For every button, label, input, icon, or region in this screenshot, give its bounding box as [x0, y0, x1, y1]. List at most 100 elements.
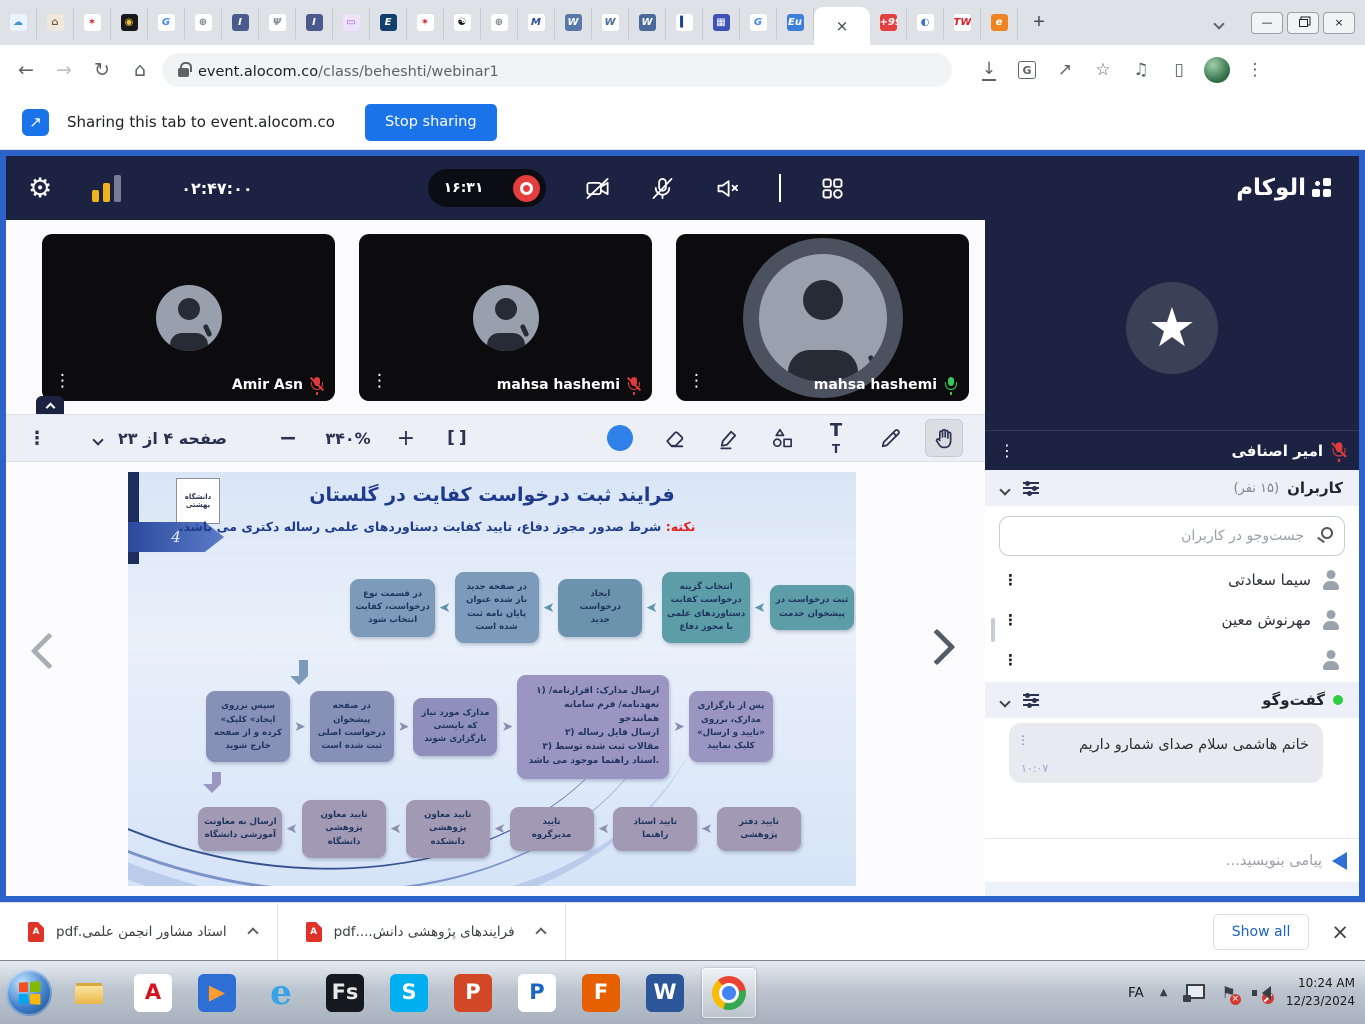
video-tile[interactable]: ⋮ mahsa hashemi — [359, 234, 652, 401]
language-indicator[interactable]: FA — [1128, 985, 1144, 1001]
user-menu-icon[interactable] — [1003, 571, 1018, 589]
stop-sharing-button[interactable]: Stop sharing — [365, 104, 497, 141]
taskbar-app-icon[interactable]: S — [382, 968, 436, 1018]
speaker-muted-icon[interactable] — [714, 175, 741, 202]
browser-action-icon[interactable]: ↗ — [1048, 53, 1082, 87]
taskbar-app-icon[interactable]: P — [446, 968, 500, 1018]
pinned-tab[interactable]: ◉ — [111, 7, 148, 39]
browser-action-icon[interactable]: ♫ — [1124, 53, 1158, 87]
volume-muted-icon[interactable] — [1252, 985, 1270, 1001]
browser-action-icon[interactable]: G — [1010, 53, 1044, 87]
pinned-tab[interactable]: E — [370, 7, 407, 39]
video-tile[interactable]: ⋮ mahsa hashemi — [676, 234, 969, 401]
pinned-tab[interactable]: ✶ — [74, 7, 111, 39]
taskbar-app-icon[interactable]: e — [254, 968, 308, 1018]
pinned-tab[interactable]: G — [740, 7, 777, 39]
clock[interactable]: 10:24 AM 12/23/2024 — [1286, 975, 1355, 1010]
download-expand-icon[interactable] — [537, 922, 545, 941]
tile-menu-icon[interactable]: ⋮ — [688, 371, 705, 391]
pinned-tab[interactable]: ▭ — [333, 7, 370, 39]
minimize-button[interactable]: — — [1251, 12, 1283, 34]
pinned-tab[interactable]: ▦ — [703, 7, 740, 39]
user-list-item[interactable]: سیما سعادتی — [985, 560, 1359, 600]
browser-action-icon[interactable] — [1200, 53, 1234, 87]
start-button-icon[interactable] — [6, 970, 52, 1016]
new-tab-button[interactable]: + — [1024, 8, 1054, 38]
action-center-flag-icon[interactable]: ⚑ — [1221, 983, 1235, 1002]
pinned-tab[interactable]: ☯ — [444, 7, 481, 39]
camera-off-icon[interactable] — [584, 175, 611, 202]
text-tool-icon[interactable] — [817, 419, 855, 457]
page-indicator[interactable]: صفحه ۴ از ۲۳ — [118, 429, 227, 448]
pinned-tab[interactable]: ⌂ — [37, 7, 74, 39]
pencil-icon[interactable] — [871, 419, 909, 457]
collapse-tiles-tab[interactable] — [36, 396, 64, 414]
pinned-tab[interactable]: ◐ — [907, 7, 944, 39]
presenter-menu-icon[interactable]: ⋮ — [999, 441, 1015, 460]
taskbar-app-icon[interactable] — [62, 968, 116, 1018]
pinned-tab[interactable]: Eu — [777, 7, 814, 39]
pinned-tab[interactable]: ▍ — [666, 7, 703, 39]
recording-pill[interactable]: ۱۶:۳۱ — [428, 169, 546, 207]
highlighter-icon[interactable] — [709, 419, 747, 457]
browser-action-icon[interactable]: ⋮ — [1238, 53, 1272, 87]
taskbar-app-icon[interactable]: F — [574, 968, 628, 1018]
chat-panel-header[interactable]: گفت‌وگو — [985, 682, 1359, 718]
lock-icon[interactable] — [178, 68, 189, 77]
page-dropdown-icon[interactable] — [94, 429, 102, 448]
taskbar-app-icon[interactable]: P — [510, 968, 564, 1018]
pinned-tab[interactable]: W — [555, 7, 592, 39]
previous-slide-chevron-icon[interactable] — [31, 633, 68, 670]
network-icon[interactable] — [1183, 984, 1205, 1002]
home-icon[interactable]: ⌂ — [124, 54, 156, 86]
show-hidden-icons[interactable]: ▲ — [1160, 987, 1168, 998]
eraser-icon[interactable] — [655, 419, 693, 457]
hand-tool-icon[interactable] — [925, 419, 963, 457]
document-menu-icon[interactable]: ⋮ — [28, 428, 46, 449]
chat-filter-icon[interactable] — [1023, 694, 1039, 706]
chat-collapse-chevron-icon[interactable] — [1001, 691, 1009, 710]
record-button-icon[interactable] — [513, 175, 540, 202]
next-slide-chevron-icon[interactable] — [919, 629, 956, 666]
video-tile[interactable]: ⋮ Amir Asn — [42, 234, 335, 401]
pinned-tab[interactable]: ☁ — [0, 7, 37, 39]
users-panel-header[interactable]: کاربران (۱۵ نفر) — [985, 470, 1359, 506]
user-menu-icon[interactable] — [1003, 651, 1018, 669]
browser-action-icon[interactable]: ☆ — [1086, 53, 1120, 87]
pinned-tab[interactable]: ⊕ — [185, 7, 222, 39]
taskbar-app-icon[interactable]: W — [638, 968, 692, 1018]
user-list-item[interactable] — [985, 640, 1359, 680]
pinned-tab[interactable]: e — [981, 7, 1018, 39]
taskbar-app-icon[interactable]: ▶ — [190, 968, 244, 1018]
users-filter-icon[interactable] — [1023, 482, 1039, 494]
mic-off-icon[interactable] — [649, 175, 676, 202]
shapes-icon[interactable] — [763, 419, 801, 457]
pinned-tab[interactable]: TW — [944, 7, 981, 39]
tab-search-chevron-icon[interactable] — [1215, 13, 1223, 32]
pinned-tab[interactable]: W — [592, 7, 629, 39]
user-list-item[interactable]: مهرنوش معین — [985, 600, 1359, 640]
user-menu-icon[interactable] — [1003, 611, 1018, 629]
close-window-button[interactable]: × — [1323, 12, 1355, 34]
users-scrollbar[interactable] — [991, 618, 995, 642]
download-item[interactable]: فرایندهای پژوهشی دانش....pdf — [278, 903, 566, 960]
close-tab-icon[interactable]: × — [836, 17, 849, 35]
close-downloads-icon[interactable]: × — [1331, 920, 1349, 944]
pinned-tab[interactable]: I — [222, 7, 259, 39]
back-icon[interactable]: ← — [10, 54, 42, 86]
browser-action-icon[interactable]: ↓ — [972, 53, 1006, 87]
settings-gear-icon[interactable]: ⚙ — [28, 173, 52, 204]
connection-signal-icon[interactable] — [92, 175, 121, 202]
show-all-downloads-button[interactable]: Show all — [1213, 914, 1310, 950]
tile-menu-icon[interactable]: ⋮ — [371, 371, 388, 391]
browser-action-icon[interactable]: ▯ — [1162, 53, 1196, 87]
color-picker-icon[interactable] — [601, 419, 639, 457]
user-search-input[interactable] — [999, 516, 1345, 556]
pinned-tab[interactable]: G — [148, 7, 185, 39]
layout-grid-icon[interactable] — [819, 175, 846, 202]
pinned-tab[interactable]: +99 — [870, 7, 907, 39]
restore-button[interactable] — [1287, 12, 1319, 34]
download-expand-icon[interactable] — [249, 922, 257, 941]
chat-message-bubble[interactable]: خانم هاشمی سلام صدای شمارو داریم ۱۰:۰۷ — [1009, 723, 1323, 783]
pinned-tab[interactable]: W — [629, 7, 666, 39]
